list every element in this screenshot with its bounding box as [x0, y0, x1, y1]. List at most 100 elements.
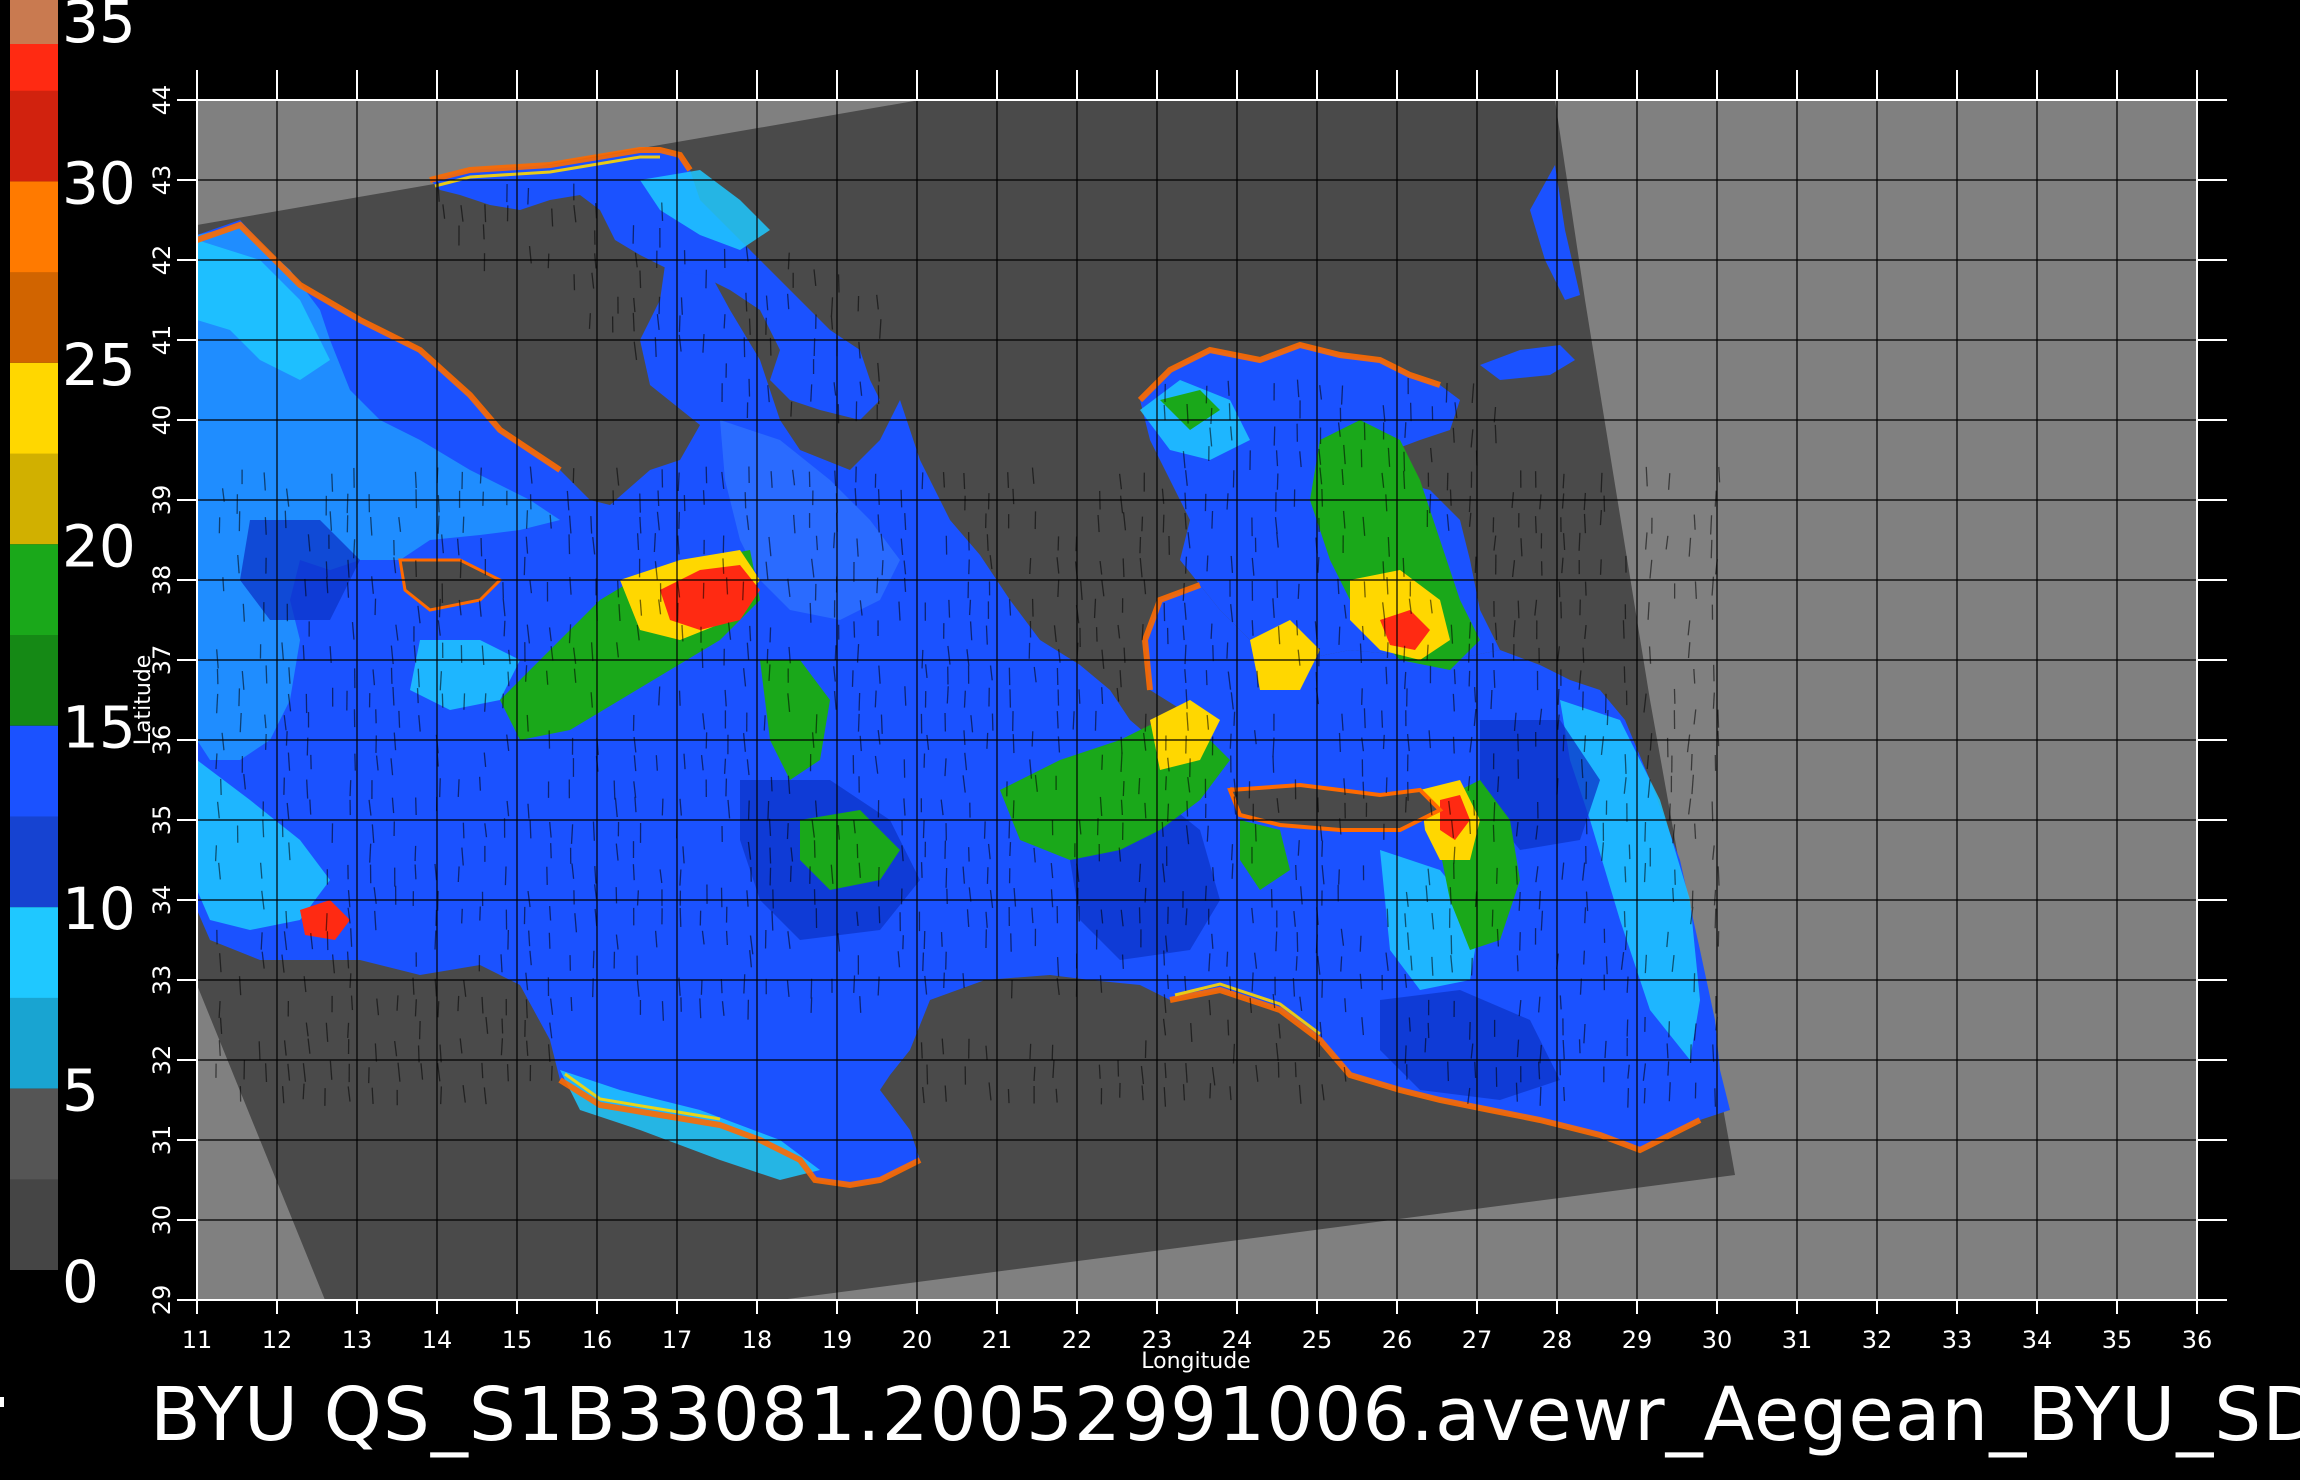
- wind-barb: [437, 495, 440, 513]
- wind-barb: [1534, 516, 1537, 534]
- y-axis-title: Latitude: [131, 655, 156, 746]
- wind-barb: [592, 950, 595, 969]
- wind-barb: [457, 866, 460, 883]
- wind-barb: [1144, 713, 1147, 732]
- wind-barb: [1584, 907, 1587, 924]
- wind-barb: [1622, 620, 1625, 639]
- wind-barb: [1403, 470, 1406, 489]
- wind-barb: [983, 821, 986, 839]
- y-tick-label: 34: [148, 885, 176, 916]
- wind-barb: [1579, 978, 1583, 995]
- wind-barb: [769, 627, 772, 643]
- wind-barb: [396, 995, 399, 1011]
- wind-barb: [1403, 451, 1406, 472]
- wind-barb: [1138, 778, 1141, 795]
- wind-barb: [1515, 1082, 1518, 1102]
- wind-barb: [1338, 869, 1340, 885]
- y-tick-label: 31: [148, 1125, 176, 1156]
- wind-barb: [1624, 754, 1627, 774]
- wind-barb: [1230, 844, 1234, 861]
- wind-barb: [1404, 422, 1407, 438]
- wind-barb: [418, 1020, 421, 1040]
- wind-barb: [506, 1064, 509, 1082]
- wind-barb: [262, 819, 265, 838]
- wind-barb: [661, 202, 664, 221]
- wind-barb: [900, 489, 903, 508]
- wind-barb: [904, 686, 907, 706]
- wind-barb: [1210, 407, 1213, 425]
- x-tick-label: 33: [1942, 1326, 1973, 1354]
- wind-barb: [1492, 824, 1495, 842]
- wind-barb: [639, 270, 642, 289]
- wind-barb: [1600, 472, 1603, 493]
- wind-barb: [1228, 403, 1231, 420]
- y-tick-label: 38: [148, 565, 176, 596]
- x-tick-label: 12: [262, 1326, 293, 1354]
- wind-barb: [503, 620, 506, 637]
- wind-barb: [1057, 579, 1060, 598]
- wind-barb: [1402, 557, 1405, 577]
- x-tick-label: 18: [742, 1326, 773, 1354]
- wind-barb: [1056, 711, 1059, 729]
- wind-barb: [1139, 536, 1142, 554]
- wind-barb: [347, 1022, 350, 1038]
- wind-speed-map: [197, 100, 2197, 1300]
- wind-barb: [1626, 976, 1629, 993]
- wind-barb: [790, 401, 793, 417]
- wind-barb: [1386, 642, 1389, 658]
- wind-barb: [1626, 1019, 1629, 1037]
- wind-barb: [595, 203, 598, 219]
- wind-barb: [1144, 802, 1147, 819]
- wind-barb: [1717, 730, 1720, 747]
- x-tick-label: 25: [1302, 1326, 1333, 1354]
- wind-barb: [834, 645, 837, 660]
- wind-barb: [1211, 511, 1214, 529]
- wind-barb: [1497, 776, 1500, 793]
- wind-barb: [904, 513, 907, 530]
- wind-barb: [946, 686, 949, 704]
- wind-barb: [723, 314, 726, 329]
- wind-barb: [1690, 753, 1693, 771]
- wind-barb: [639, 516, 642, 534]
- wind-barb: [1693, 973, 1696, 993]
- wind-barb: [617, 580, 620, 598]
- wind-barb: [1578, 1039, 1581, 1054]
- wind-barb: [1453, 669, 1456, 685]
- wind-barb: [657, 490, 660, 507]
- wind-barb: [1693, 514, 1696, 530]
- legend-band-shade: [10, 272, 58, 363]
- wind-barb: [1519, 932, 1521, 951]
- wind-barb: [636, 890, 639, 906]
- wind-barb: [1164, 1062, 1167, 1079]
- wind-barb: [877, 866, 880, 887]
- wind-barb: [462, 516, 465, 533]
- wind-barb: [438, 598, 441, 618]
- legend-band-shade: [10, 816, 58, 908]
- wind-barb: [1424, 1038, 1427, 1053]
- wind-barb: [833, 532, 836, 549]
- wind-barb: [1210, 623, 1213, 639]
- legend-label-35: 35: [62, 0, 136, 56]
- y-tick-label: 44: [148, 85, 176, 116]
- wind-barb: [504, 866, 507, 886]
- wind-barb: [1363, 581, 1366, 598]
- wind-barb: [1141, 624, 1144, 641]
- wind-barb: [1473, 687, 1477, 703]
- wind-barb: [1340, 956, 1343, 972]
- wind-barb: [1537, 1061, 1541, 1080]
- wind-barb: [461, 908, 463, 924]
- image-caption: BYU QS_S1B33081.20052991006.avewr_Aegean…: [150, 1372, 2300, 1458]
- wind-barb: [1449, 489, 1452, 506]
- wind-barb: [986, 732, 989, 749]
- wind-barb: [1624, 866, 1627, 883]
- wind-barb: [507, 671, 510, 687]
- y-tick-label: 33: [148, 965, 176, 996]
- wind-barb: [767, 800, 770, 821]
- x-tick-label: 31: [1782, 1326, 1813, 1354]
- wind-barb: [1344, 998, 1347, 1013]
- wind-barb: [302, 1083, 305, 1100]
- x-tick-label: 20: [902, 1326, 933, 1354]
- wind-barb: [1029, 1043, 1032, 1060]
- wind-barb: [701, 648, 704, 668]
- wind-barb: [1694, 581, 1697, 599]
